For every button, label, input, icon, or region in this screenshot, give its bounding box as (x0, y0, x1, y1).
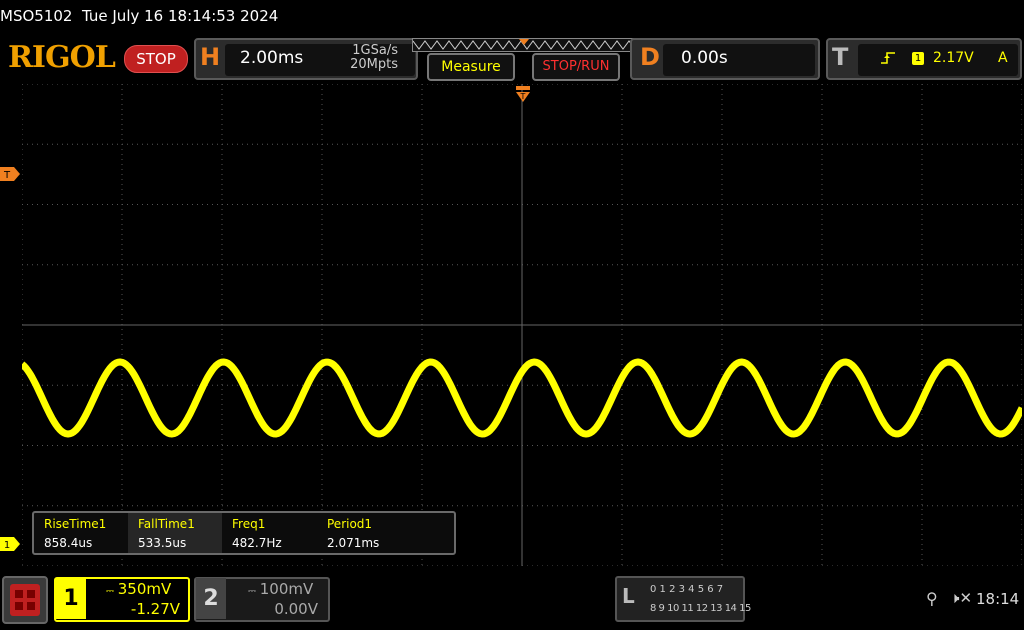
main-menu-button[interactable] (2, 576, 48, 624)
model-name: MSO5102 (0, 7, 73, 25)
trigger-position-marker[interactable]: T (516, 86, 530, 106)
measurement-name: RiseTime1 (44, 517, 107, 531)
channel1-offset-marker[interactable]: 1 (0, 537, 20, 551)
trigger-source-badge: 1 (912, 52, 924, 65)
channel1-scale: ⎓ 350mV (106, 580, 171, 598)
measurement-item[interactable]: RiseTime1 858.4us (34, 513, 128, 553)
channel1-scale-value: 350mV (117, 580, 172, 598)
channel2-offset: 0.00V (274, 600, 318, 618)
trigger-letter: T (832, 43, 849, 71)
measurement-panel[interactable]: RiseTime1 858.4us FallTime1 533.5us Freq… (32, 511, 456, 555)
measurement-value: 533.5us (138, 536, 187, 550)
run-state-badge[interactable]: STOP (124, 45, 188, 73)
measurement-item[interactable]: Period1 2.071ms (317, 513, 411, 553)
timebase-value: 2.00ms (240, 48, 304, 68)
channel1-number: 1 (56, 578, 86, 619)
datetime: Tue July 16 18:14:53 2024 (82, 7, 279, 25)
stop-run-button[interactable]: STOP/RUN (532, 53, 620, 81)
title-bar: MSO5102 Tue July 16 18:14:53 2024 (0, 0, 1024, 34)
waveform-display[interactable] (22, 84, 1022, 566)
waveform-overview[interactable] (412, 38, 636, 52)
logic-analyzer-letter: L (622, 584, 635, 608)
measurement-value: 482.7Hz (232, 536, 282, 550)
measurement-name: Freq1 (232, 517, 266, 531)
measurement-item[interactable]: FallTime1 533.5us (128, 513, 222, 553)
menu-grid-icon (10, 584, 40, 616)
delay-letter: D (640, 43, 660, 71)
channel2-scale-value: 100mV (259, 580, 314, 598)
rigol-logo: RIGOL (8, 40, 116, 75)
status-clock: 18:14 (976, 590, 1020, 608)
measurement-item[interactable]: Freq1 482.7Hz (222, 513, 316, 553)
trigger-mode: A (998, 50, 1008, 66)
delay-value: 0.00s (681, 48, 728, 68)
trigger-level-value: 2.17V (933, 50, 974, 66)
measurement-value: 2.071ms (327, 536, 380, 550)
svg-text:T: T (520, 92, 526, 101)
dc-coupling-icon: ⎓ (248, 586, 256, 597)
memory-depth: 20Mpts (350, 57, 398, 72)
logic-channels-row2: 8 9 10 11 12 13 14 15 (650, 603, 751, 614)
measure-button[interactable]: Measure (427, 53, 515, 81)
measurement-name: Period1 (327, 517, 373, 531)
channel2-number: 2 (196, 578, 226, 619)
channel1-offset: -1.27V (130, 600, 180, 618)
channel1-marker-label: 1 (4, 540, 10, 551)
horizontal-letter: H (200, 43, 221, 71)
sample-rate: 1GSa/s (352, 43, 398, 58)
trigger-level-marker[interactable]: T (0, 167, 20, 181)
channel2-scale: ⎓ 100mV (248, 580, 313, 598)
logic-channels-row1: 0 1 2 3 4 5 6 7 (650, 584, 724, 595)
rising-edge-icon (881, 52, 895, 64)
trigger-level-marker-label: T (3, 170, 11, 181)
graticule-center-axes (22, 84, 1022, 566)
dc-coupling-icon: ⎓ (106, 586, 114, 597)
measurement-value: 858.4us (44, 536, 93, 550)
measurement-name: FallTime1 (138, 517, 195, 531)
usb-icon: ⚲ (926, 589, 938, 608)
speaker-muted-icon[interactable]: 🕨✕ (950, 589, 972, 607)
